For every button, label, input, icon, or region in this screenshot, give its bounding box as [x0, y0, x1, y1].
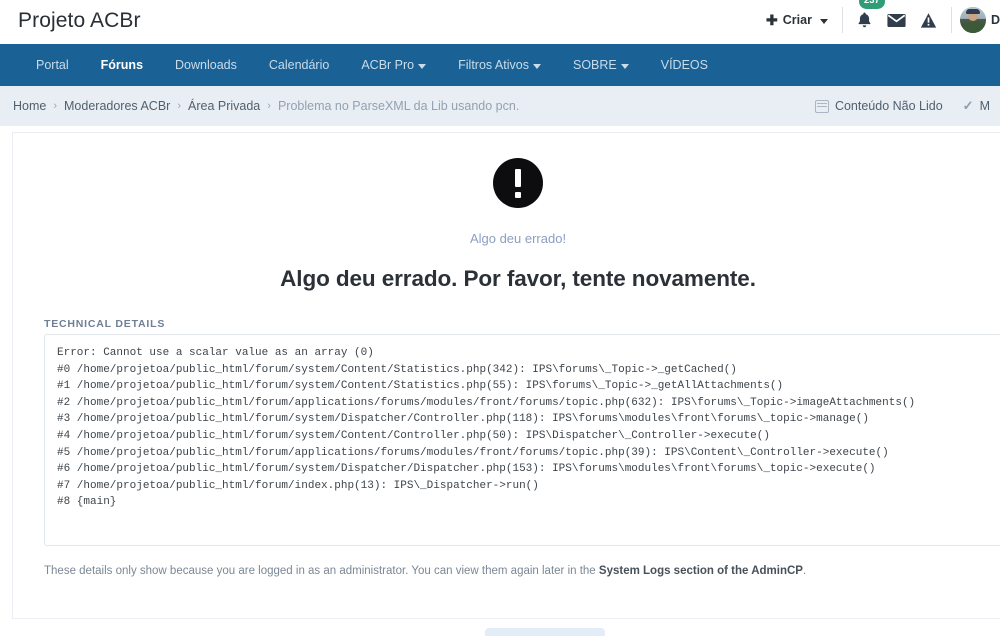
avatar-body — [962, 22, 983, 33]
system-logs-link[interactable]: System Logs section of the AdminCP — [599, 565, 803, 577]
breadcrumb-separator: › — [267, 100, 271, 112]
avatar[interactable] — [959, 7, 986, 33]
nav-item-calendario[interactable]: Calendário — [253, 44, 345, 86]
error-title: Algo deu errado. Por favor, tente novame… — [280, 266, 756, 291]
nav-item-label: SOBRE — [572, 58, 617, 72]
nav-item-label: Portal — [36, 58, 69, 72]
chevron-down-icon — [418, 63, 427, 69]
site-title: Projeto ACBr — [18, 9, 141, 32]
breadcrumb: Home › Moderadores ACBr › Área Privada ›… — [0, 99, 519, 113]
nav-item-filtros-ativos[interactable]: Filtros Ativos — [442, 44, 557, 86]
nav-item-label: VÍDEOS — [660, 58, 708, 72]
error-subtitle: Algo deu errado! — [469, 231, 567, 246]
stack-trace-line: #2 /home/projetoa/public_html/forum/appl… — [57, 396, 916, 409]
page-root: Projeto ACBr ✚ Criar 237 D Portal Fóruns… — [0, 0, 1000, 636]
exclamation-circle-icon — [493, 158, 543, 208]
avatar-cap — [965, 9, 980, 14]
breadcrumb-item-moderadores[interactable]: Moderadores ACBr — [64, 99, 170, 113]
header-icon-group: 237 — [843, 0, 951, 35]
footer-divider — [13, 618, 1000, 619]
breadcrumb-item-home[interactable]: Home — [13, 99, 46, 113]
unread-content-button[interactable]: Conteúdo Não Lido — [805, 99, 953, 113]
nav-item-acbr-pro[interactable]: ACBr Pro — [345, 44, 442, 86]
technical-details-label: TECHNICAL DETAILS — [44, 318, 166, 330]
breadcrumb-separator: › — [177, 100, 181, 112]
primary-navigation: Portal Fóruns Downloads Calendário ACBr … — [0, 44, 1000, 120]
stack-trace-line: #1 /home/projetoa/public_html/forum/syst… — [57, 380, 784, 393]
mark-site-read-button[interactable]: ✓ M — [953, 98, 1000, 114]
nav-item-label: Calendário — [268, 58, 330, 72]
footer-action-button[interactable] — [485, 628, 605, 636]
breadcrumb-item-current: Problema no ParseXML da Lib usando pcn. — [277, 99, 520, 113]
stack-trace-line: Error: Cannot use a scalar value as an a… — [57, 347, 374, 359]
exclamation-dot — [515, 192, 521, 198]
nav-item-portal[interactable]: Portal — [20, 44, 85, 86]
stack-trace-line: #4 /home/projetoa/public_html/forum/syst… — [57, 429, 770, 442]
stack-trace-line: #5 /home/projetoa/public_html/forum/appl… — [57, 446, 889, 459]
exclamation-bar — [515, 169, 521, 187]
nav-item-foruns[interactable]: Fóruns — [85, 44, 159, 86]
chevron-down-icon — [532, 63, 541, 69]
stack-trace-line: #0 /home/projetoa/public_html/forum/syst… — [57, 363, 737, 376]
plus-icon: ✚ — [766, 12, 778, 28]
create-button[interactable]: ✚ Criar — [766, 13, 842, 27]
stack-trace-line: #8 {main} — [57, 496, 117, 509]
site-header: Projeto ACBr ✚ Criar 237 D — [0, 0, 1000, 44]
username-label[interactable]: D — [991, 13, 1000, 27]
nav-item-list: Portal Fóruns Downloads Calendário ACBr … — [0, 44, 724, 86]
nav-item-label: Fóruns — [100, 58, 144, 72]
nav-item-label: Filtros Ativos — [458, 58, 529, 72]
mark-site-read-label: M — [979, 99, 990, 113]
note-prefix: These details only show because you are … — [44, 565, 599, 577]
warnings-button[interactable] — [913, 5, 945, 35]
chevron-down-icon — [620, 63, 629, 69]
unread-content-label: Conteúdo Não Lido — [834, 99, 943, 113]
breadcrumb-bar: Home › Moderadores ACBr › Área Privada ›… — [0, 86, 1000, 126]
messages-button[interactable] — [881, 5, 913, 35]
nav-item-label: ACBr Pro — [361, 58, 415, 72]
stack-trace-line: #7 /home/projetoa/public_html/forum/inde… — [57, 479, 539, 492]
nav-item-sobre[interactable]: SOBRE — [557, 44, 645, 86]
header-right-controls: ✚ Criar 237 D — [766, 0, 1000, 44]
nav-item-downloads[interactable]: Downloads — [159, 44, 253, 86]
technical-details-box[interactable]: Error: Cannot use a scalar value as an a… — [44, 334, 1000, 546]
header-divider-2 — [950, 7, 952, 33]
technical-details-note: These details only show because you are … — [44, 565, 806, 577]
content-grid-icon — [814, 99, 829, 113]
note-suffix: . — [802, 565, 807, 577]
notifications-button[interactable]: 237 — [849, 0, 885, 35]
nav-item-label: Downloads — [175, 58, 237, 72]
breadcrumb-actions: Conteúdo Não Lido ✓ M — [805, 86, 1000, 126]
stack-trace-line: #3 /home/projetoa/public_html/forum/syst… — [57, 413, 869, 426]
nav-item-videos[interactable]: VÍDEOS — [645, 44, 724, 86]
check-icon: ✓ — [962, 98, 974, 113]
create-button-label: Criar — [782, 13, 812, 27]
stack-trace-line: #6 /home/projetoa/public_html/forum/syst… — [57, 463, 876, 476]
chevron-down-icon — [819, 18, 828, 24]
breadcrumb-item-area-privada[interactable]: Área Privada — [188, 99, 260, 113]
breadcrumb-separator: › — [53, 100, 58, 112]
